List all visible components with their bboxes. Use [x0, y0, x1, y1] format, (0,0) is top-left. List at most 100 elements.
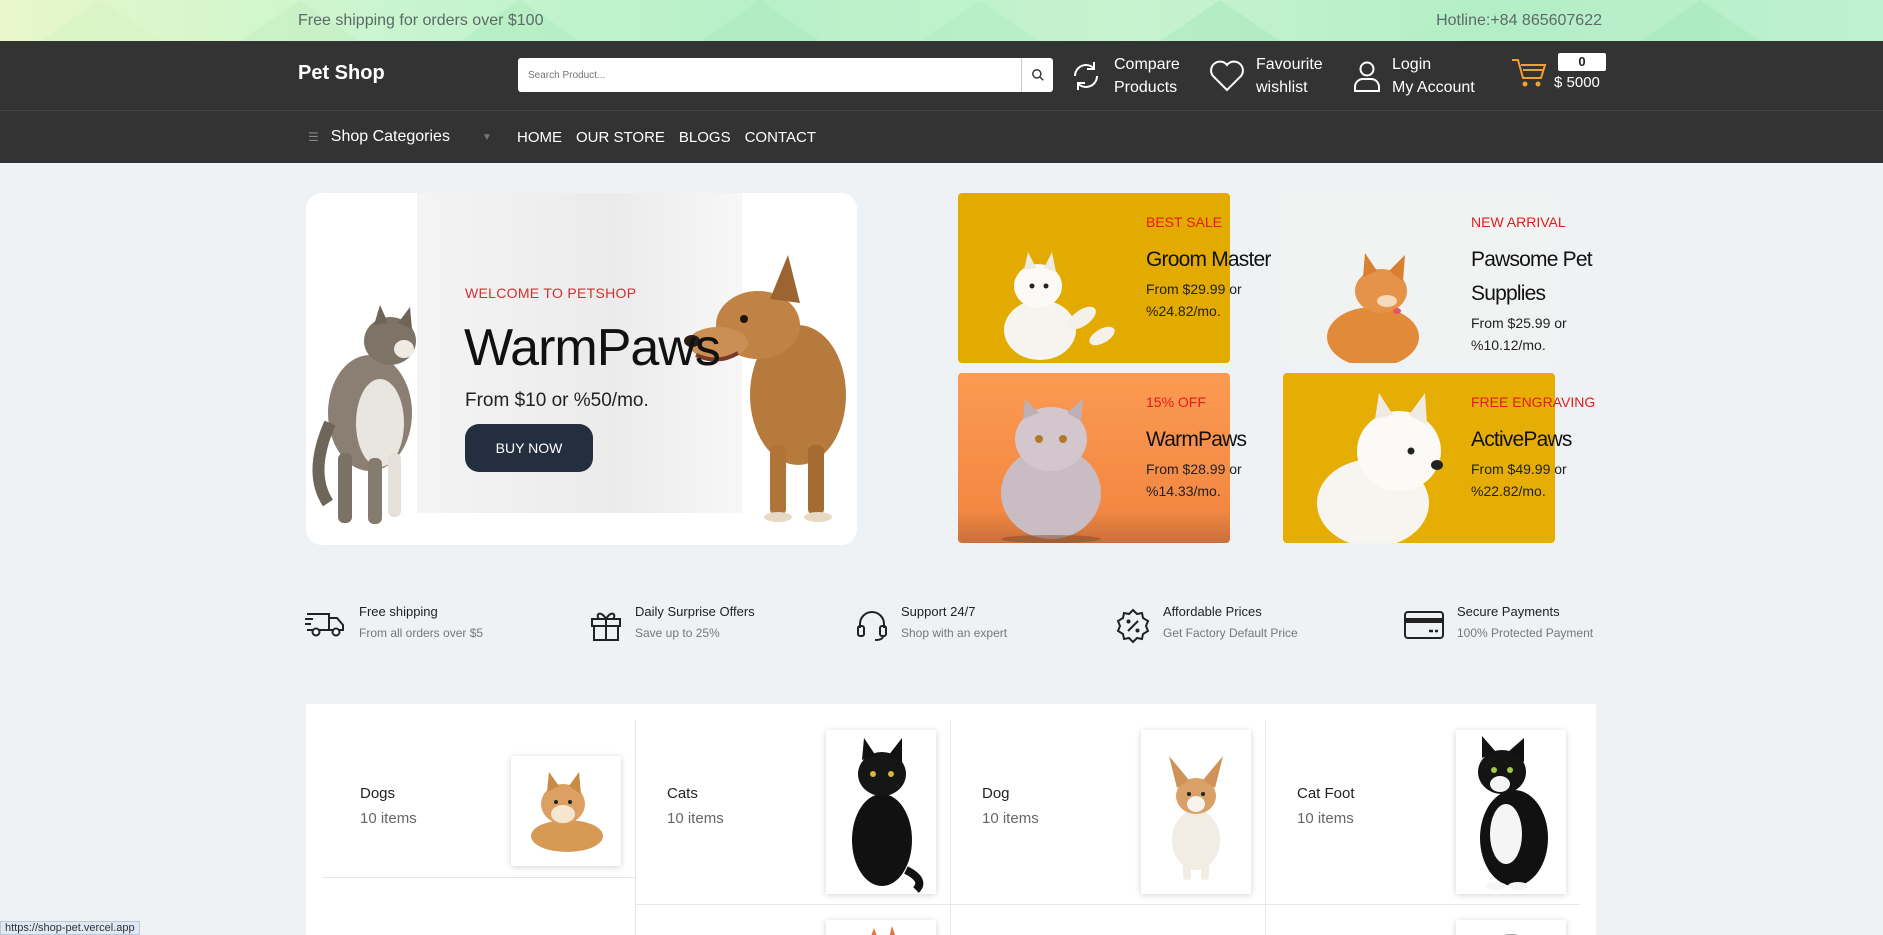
shiba-dog-illustration [531, 772, 603, 852]
tuxedo-cat-image [1456, 730, 1566, 894]
next-category-image [826, 920, 936, 935]
service-desc: From all orders over $5 [359, 626, 484, 640]
next-category-image [1456, 920, 1566, 935]
corgi-illustration [1169, 756, 1223, 880]
category-card-cats[interactable]: Cats 10 items [635, 704, 950, 904]
promo-title: WarmPaws [1146, 428, 1247, 451]
search-bar [518, 58, 1053, 92]
service-title: Affordable Prices [1163, 604, 1262, 619]
promo-tag: 15% OFF [1146, 394, 1206, 410]
promo-price: From $29.99 or %24.82/mo. [1146, 281, 1242, 319]
orange-pet-illustration [871, 926, 895, 935]
promo-tag: BEST SALE [1146, 214, 1223, 230]
truck-icon [305, 613, 344, 637]
corgi-image [1141, 730, 1251, 894]
search-button[interactable] [1021, 58, 1053, 92]
headset-icon [857, 611, 887, 641]
promo-card-warmpaws[interactable]: 15% OFF WarmPaws From $28.99 or %14.33/m… [958, 373, 1247, 543]
nav-home[interactable]: HOME [517, 129, 562, 146]
hamburger-icon: ☰ [308, 130, 319, 144]
service-secure-payments: Secure Payments 100% Protected Payment [1403, 604, 1593, 642]
announcement-bar: Free shipping for orders over $100 Hotli… [0, 0, 1883, 41]
category-count: 10 items [667, 810, 724, 827]
account-link[interactable]: Login My Account [1352, 53, 1475, 99]
wishlist-label-2: wishlist [1256, 79, 1308, 96]
browser-status-url: https://shop-pet.vercel.app [0, 921, 140, 935]
hotline: Hotline:+84 865607622 [1436, 11, 1602, 29]
category-count: 10 items [1297, 810, 1354, 827]
category-name: Dog [982, 785, 1010, 802]
search-input[interactable] [518, 58, 1021, 92]
service-desc: Get Factory Default Price [1163, 626, 1298, 640]
category-count: 10 items [982, 810, 1039, 827]
service-title: Secure Payments [1457, 604, 1560, 619]
compare-label-1: Compare [1114, 56, 1180, 73]
westie-dog-image [1317, 393, 1443, 543]
promo-title: Pawsome Pet Supplies [1471, 248, 1593, 305]
orange-cat-image [1327, 253, 1419, 363]
cart-icon [1512, 59, 1547, 87]
cart-button[interactable]: 0 $ 5000 [1510, 53, 1606, 91]
tuxedo-cat-illustration [1478, 736, 1548, 890]
wishlist-link[interactable]: Favourite wishlist [1208, 53, 1323, 99]
nav-blogs[interactable]: BLOGS [679, 129, 731, 146]
promo-card-pawsome-pet-supplies[interactable]: NEW ARRIVAL Pawsome Pet Supplies From $2… [1283, 193, 1593, 363]
service-desc: 100% Protected Payment [1457, 626, 1594, 640]
user-icon [1354, 61, 1380, 92]
main-nav: ☰ Shop Categories ▼ HOME OUR STORE BLOGS… [0, 110, 1883, 163]
category-name: Cats [667, 785, 698, 802]
credit-card-icon [1404, 611, 1444, 639]
hero-banner: WELCOME TO PETSHOP WarmPaws From $10 or … [306, 193, 857, 545]
category-card-dog[interactable]: Dog 10 items [950, 704, 1265, 904]
category-name: Dogs [360, 785, 396, 802]
heart-icon [1210, 60, 1244, 92]
category-count: 10 items [360, 810, 417, 827]
promo-title: ActivePaws [1471, 428, 1572, 451]
gift-icon [591, 612, 621, 641]
promo-price: From $49.99 or %22.82/mo. [1471, 461, 1567, 499]
black-cat-image [826, 730, 936, 894]
wishlist-label-1: Favourite [1256, 56, 1323, 73]
promo-card-activepaws[interactable]: FREE ENGRAVING ActivePaws From $49.99 or… [1283, 373, 1595, 543]
promo-price: From $25.99 or %10.12/mo. [1471, 315, 1567, 353]
search-icon [1031, 69, 1044, 81]
service-title: Free shipping [359, 604, 438, 619]
cart-count-badge: 0 [1558, 53, 1606, 71]
category-grid: Dogs 10 items Cats 10 items Dog 10 items… [306, 704, 1596, 935]
chevron-down-icon: ▼ [481, 131, 492, 143]
service-support: Support 24/7 Shop with an expert [855, 604, 1007, 642]
promo-title: Groom Master [1146, 248, 1271, 271]
buy-now-button[interactable]: BUY NOW [465, 424, 593, 472]
divider [635, 904, 1580, 905]
nav-our-store[interactable]: OUR STORE [576, 129, 665, 146]
service-free-shipping: Free shipping From all orders over $5 [305, 604, 483, 640]
black-cat-illustration [852, 738, 924, 893]
cart-total: $ 5000 [1554, 74, 1600, 91]
service-desc: Save up to 25% [635, 626, 720, 640]
compare-label-2: Products [1114, 79, 1178, 96]
service-affordable-prices: Affordable Prices Get Factory Default Pri… [1115, 604, 1298, 644]
hero-pretitle: WELCOME TO PETSHOP [465, 285, 637, 301]
free-shipping-note: Free shipping for orders over $100 [298, 11, 544, 29]
category-name: Cat Foot [1297, 785, 1355, 802]
promo-tag: NEW ARRIVAL [1471, 214, 1566, 230]
hero-subtitle: From $10 or %50/mo. [465, 390, 649, 411]
promo-price: From $28.99 or %14.33/mo. [1146, 461, 1242, 499]
shop-categories-dropdown[interactable]: ☰ Shop Categories ▼ [298, 111, 492, 163]
gray-pet-illustration [1503, 934, 1519, 935]
nav-contact[interactable]: CONTACT [745, 129, 816, 146]
service-daily-offers: Daily Surprise Offers Save up to 25% [589, 604, 755, 642]
category-card-dogs[interactable]: Dogs 10 items [306, 704, 635, 879]
cat-image [312, 305, 416, 524]
percent-badge-icon [1116, 608, 1150, 644]
dog-image [684, 255, 846, 522]
main-header: Pet Shop Compare Products Favourite wishli… [0, 41, 1883, 110]
login-label: Login [1392, 56, 1432, 73]
service-title: Support 24/7 [901, 604, 976, 619]
white-puppy-image [1004, 252, 1115, 360]
refresh-arrows-icon [1074, 62, 1098, 90]
promo-card-groom-master[interactable]: BEST SALE Groom Master From $29.99 or %2… [958, 193, 1271, 363]
category-card-cat-foot[interactable]: Cat Foot 10 items [1265, 704, 1596, 904]
compare-products-link[interactable]: Compare Products [1068, 53, 1180, 99]
site-logo[interactable]: Pet Shop [298, 62, 385, 85]
